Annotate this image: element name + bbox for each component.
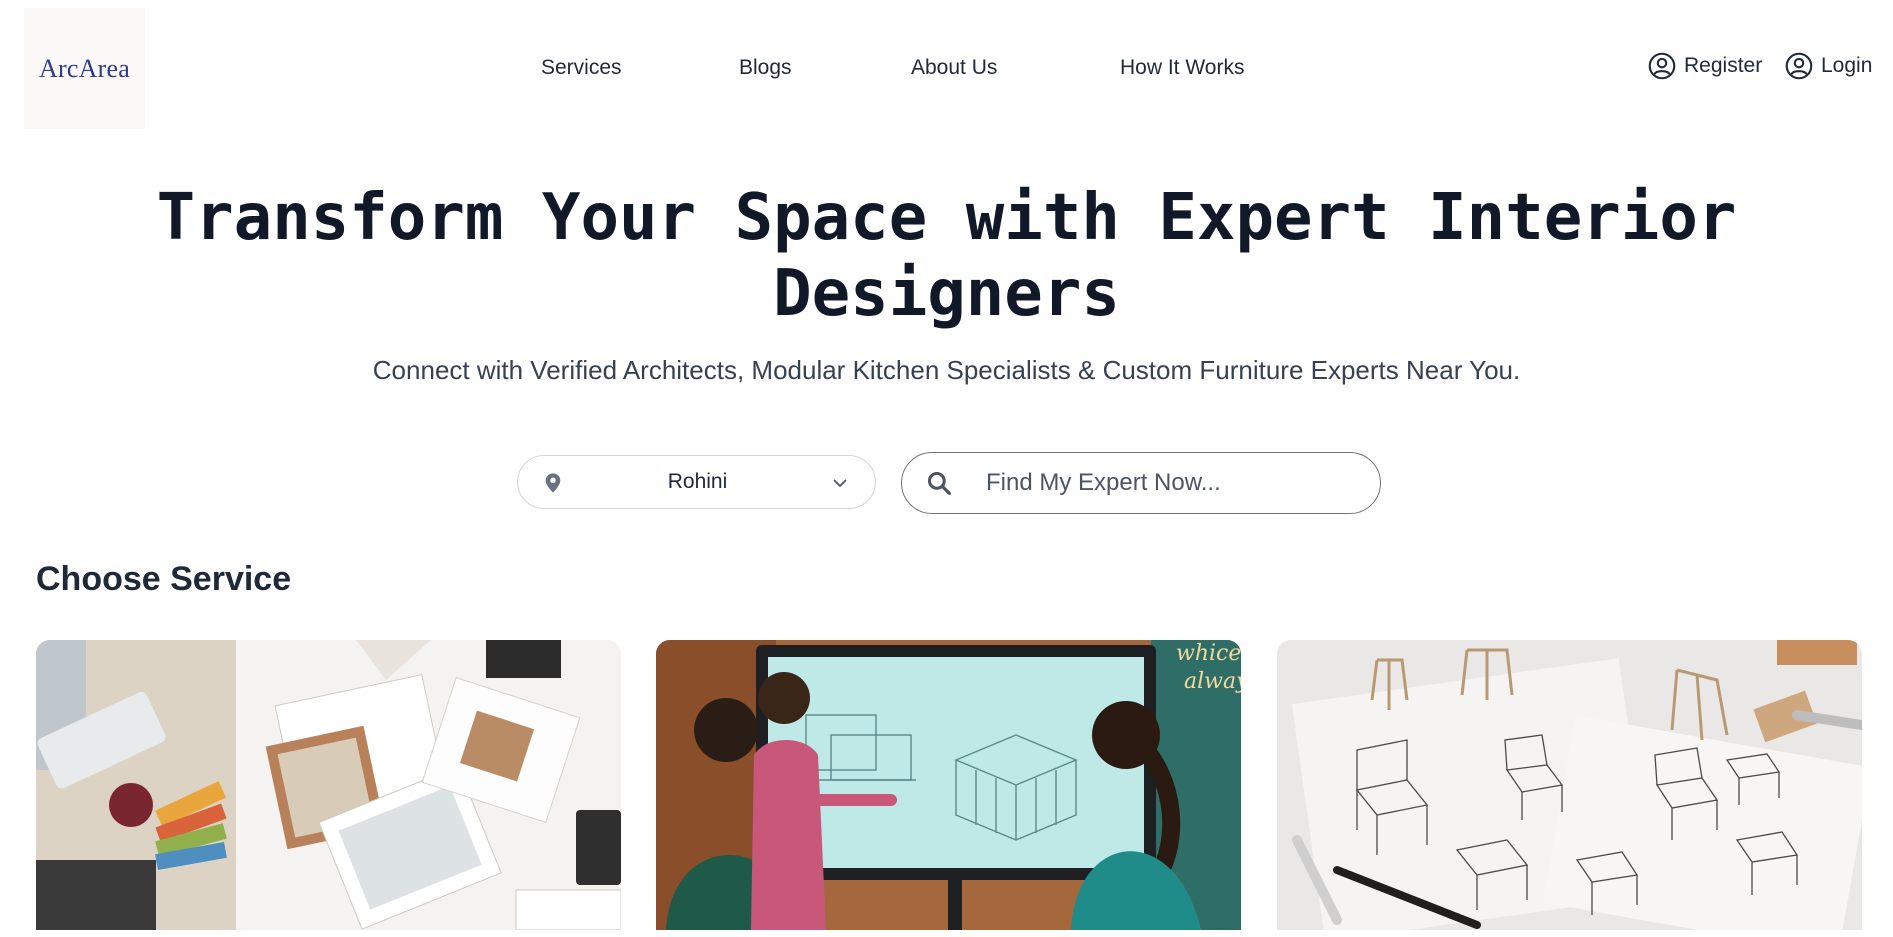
interior-design-desk-image (36, 640, 621, 930)
nav-how-it-works[interactable]: How It Works (1120, 56, 1244, 80)
service-card-architects[interactable]: whice alway (656, 640, 1241, 930)
search-input[interactable] (986, 461, 1356, 505)
svg-text:alway: alway (1184, 669, 1241, 694)
user-circle-icon (1648, 52, 1676, 80)
service-card-interior-design[interactable] (36, 640, 621, 930)
hero-title-line-1: Transform Your Space with Expert Interio… (156, 181, 1737, 255)
chevron-down-icon (833, 479, 847, 487)
user-circle-icon (1785, 52, 1813, 80)
section-title-choose-service: Choose Service (36, 560, 292, 598)
hero-title-line-2: Designers (773, 257, 1120, 331)
register-label: Register (1684, 54, 1763, 77)
location-value: Rohini (667, 470, 728, 493)
expert-search[interactable] (901, 452, 1381, 514)
site-header: ArcArea Services Blogs About Us How It W… (0, 0, 1893, 130)
hero-title: Transform Your Space with Expert Interio… (0, 180, 1893, 332)
main-nav: Services Blogs About Us How It Works (0, 52, 1893, 88)
nav-services[interactable]: Services (541, 56, 622, 80)
location-select[interactable]: Rohini (517, 455, 876, 509)
search-icon (927, 471, 951, 495)
nav-blogs[interactable]: Blogs (739, 56, 792, 80)
page: ArcArea Services Blogs About Us How It W… (0, 0, 1893, 937)
svg-text:whice: whice (1176, 641, 1241, 666)
hero-subtitle: Connect with Verified Architects, Modula… (372, 355, 1521, 385)
furniture-sketches-image (1277, 640, 1862, 930)
login-label: Login (1821, 54, 1873, 77)
register-link[interactable]: Register (1648, 52, 1762, 80)
architect-presentation-image: whice alway (656, 640, 1241, 930)
login-link[interactable]: Login (1785, 52, 1872, 80)
nav-about-us[interactable]: About Us (911, 56, 997, 80)
service-card-custom-furniture[interactable] (1277, 640, 1862, 930)
